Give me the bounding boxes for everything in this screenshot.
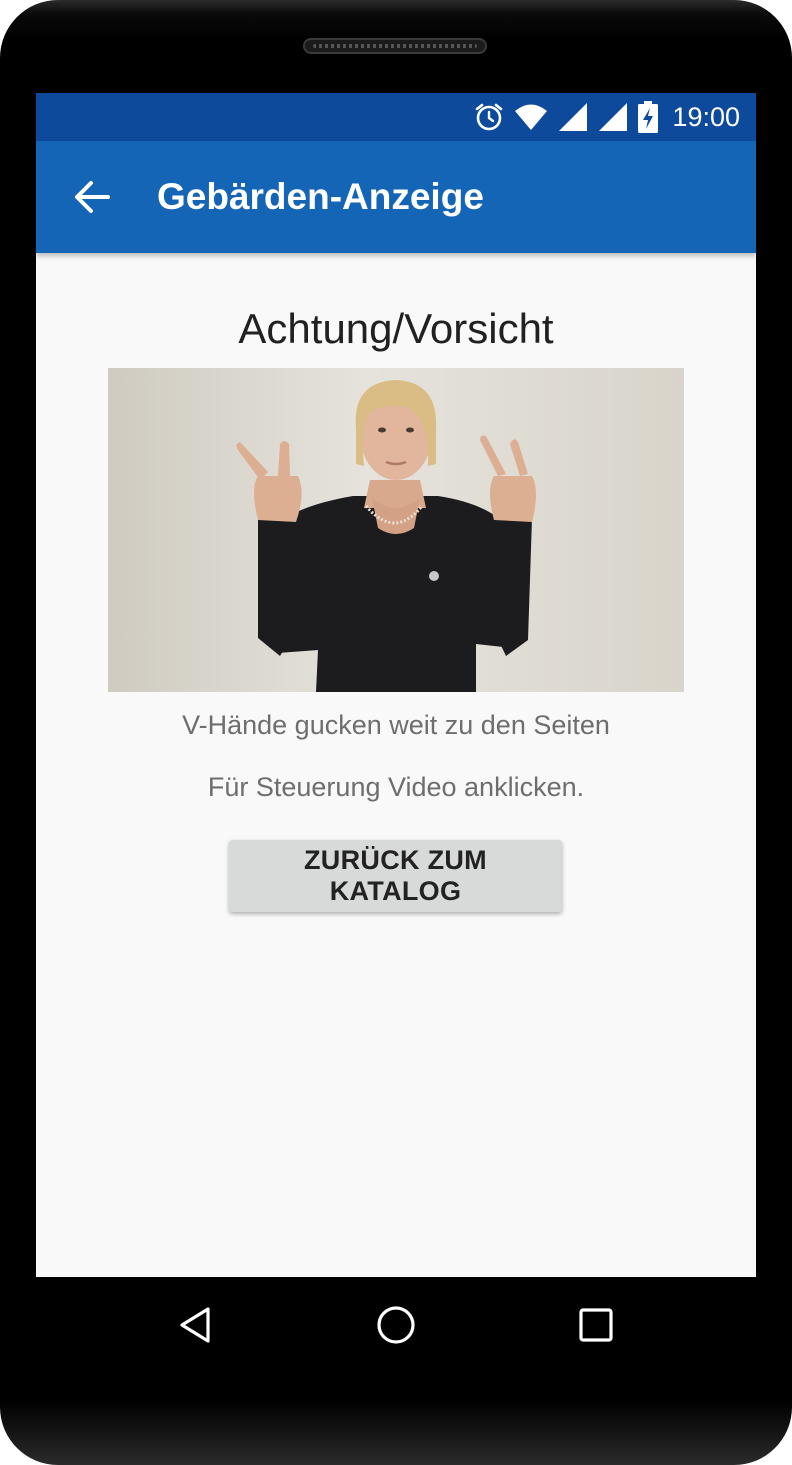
battery-charging-icon <box>638 101 659 133</box>
back-to-catalog-button[interactable]: ZURÜCK ZUM KATALOG <box>229 840 562 912</box>
nav-recents-icon <box>579 1308 613 1342</box>
earpiece-speaker <box>303 38 487 54</box>
wifi-icon <box>515 104 548 130</box>
back-button[interactable] <box>66 171 118 223</box>
nav-back-icon <box>180 1307 210 1343</box>
arrow-back-icon <box>75 181 110 213</box>
app-bar: Gebärden-Anzeige <box>36 141 756 253</box>
status-icons: 19:00 <box>474 93 740 141</box>
navigation-bar <box>36 1277 756 1373</box>
screen: 19:00 Gebärden-Anzeige Achtung/Vorsicht <box>36 93 756 1277</box>
sign-title: Achtung/Vorsicht <box>238 305 554 352</box>
nav-recents-button[interactable] <box>566 1295 626 1355</box>
nav-home-icon <box>377 1306 415 1344</box>
signal-icon <box>559 103 588 131</box>
nav-home-button[interactable] <box>366 1295 426 1355</box>
sign-description: V-Hände gucken weit zu den Seiten <box>182 710 610 740</box>
nav-back-button[interactable] <box>166 1295 226 1355</box>
sign-video[interactable] <box>108 368 684 692</box>
video-frame <box>108 368 684 692</box>
phone-frame: 19:00 Gebärden-Anzeige Achtung/Vorsicht <box>0 0 792 1465</box>
signal-icon <box>599 103 628 131</box>
alarm-icon <box>476 103 503 131</box>
video-hint: Für Steuerung Video anklicken. <box>207 772 585 802</box>
app-title: Gebärden-Anzeige <box>157 176 484 217</box>
status-time: 19:00 <box>672 101 740 132</box>
status-bar: 19:00 <box>36 93 756 141</box>
